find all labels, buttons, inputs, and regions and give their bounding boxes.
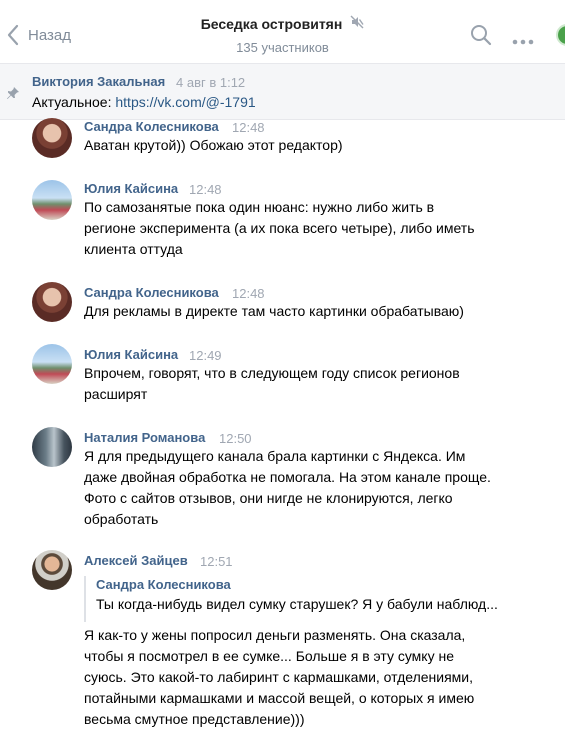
message-time: 12:49 xyxy=(189,348,222,363)
back-label: Назад xyxy=(28,26,71,44)
message-author[interactable]: Сандра Колесникова xyxy=(84,119,219,134)
message-text: Аватан крутой)) Обожаю этот редактор) xyxy=(84,135,524,156)
chat-title-row: Беседка островитян xyxy=(201,15,365,32)
pinned-author[interactable]: Виктория Закальная xyxy=(32,74,165,89)
members-count: 135 участников xyxy=(236,39,329,55)
message-line: Аватан крутой)) Обожаю этот редактор) xyxy=(84,137,343,153)
message-time: 12:50 xyxy=(219,431,252,446)
message-time: 12:48 xyxy=(232,286,265,301)
avatar[interactable] xyxy=(32,282,72,322)
message-line: Впрочем, говорят, что в следующем году с… xyxy=(84,365,460,381)
message-time: 12:51 xyxy=(200,554,233,569)
message-line: весьма смутное представление))) xyxy=(84,711,305,727)
message-line: даже двойная обработка не помогала. На э… xyxy=(84,469,491,485)
avatar[interactable] xyxy=(32,427,72,467)
chat-title: Беседка островитян xyxy=(200,15,343,32)
pinned-message[interactable]: Виктория Закальная 4 авг в 1:12 Актуальн… xyxy=(0,64,565,120)
message-line: регионе эксперимента (а их пока всего че… xyxy=(84,220,475,236)
message-author[interactable]: Наталия Романова xyxy=(84,430,205,445)
chat-avatar[interactable] xyxy=(556,24,565,46)
forwarded-quote[interactable]: Сандра Колесникова Ты когда-нибудь видел… xyxy=(84,576,524,622)
pinned-link[interactable]: https://vk.com/@-1791 xyxy=(115,94,255,110)
avatar[interactable] xyxy=(32,344,72,384)
avatar[interactable] xyxy=(32,550,72,590)
message: Наталия Романова 12:50 Я для предыдущего… xyxy=(0,427,565,537)
message-line: суюсь. Это какой-то лабиринт с кармашкам… xyxy=(84,669,474,685)
pinned-text: Актуальное: https://vk.com/@-1791 xyxy=(32,94,256,110)
message-line: Я как-то у жены попросил деньги разменят… xyxy=(84,627,466,643)
back-button[interactable]: Назад xyxy=(6,22,71,48)
message-line: клиента оттуда xyxy=(84,241,183,257)
message-line: Фото с сайтов отзывов, они нигде не клон… xyxy=(84,490,453,506)
message-text: По самозанятые пока один нюанс: нужно ли… xyxy=(84,197,544,260)
avatar[interactable] xyxy=(32,118,72,158)
message: Юлия Кайсина 12:49 Впрочем, говорят, что… xyxy=(0,344,565,414)
message-text: Я для предыдущего канала брала картинки … xyxy=(84,446,544,530)
message-author[interactable]: Алексей Зайцев xyxy=(84,553,188,568)
quote-author[interactable]: Сандра Колесникова xyxy=(96,576,524,594)
chat-header: Назад Беседка островитян 135 участников xyxy=(0,0,565,64)
search-icon[interactable] xyxy=(470,24,492,51)
message-time: 12:48 xyxy=(189,182,222,197)
message-time: 12:48 xyxy=(232,120,265,135)
pinned-prefix: Актуальное: xyxy=(32,94,116,110)
pinned-time: 4 авг в 1:12 xyxy=(176,75,246,90)
message-line: расширят xyxy=(84,386,148,402)
avatar[interactable] xyxy=(32,180,72,220)
message-text: Для рекламы в директе там часто картинки… xyxy=(84,301,524,322)
chevron-left-icon xyxy=(7,24,19,46)
message-line: Для рекламы в директе там часто картинки… xyxy=(84,303,464,319)
chat-page: Назад Беседка островитян 135 участников xyxy=(0,0,565,735)
message-line: чтобы я посмотрел в ее сумке... Больше я… xyxy=(84,648,454,664)
message-line: Я для предыдущего канала брала картинки … xyxy=(84,448,466,464)
message: Сандра Колесникова 12:48 Аватан крутой))… xyxy=(0,116,565,166)
mute-icon xyxy=(350,15,364,32)
message-author[interactable]: Юлия Кайсина xyxy=(84,181,178,196)
pin-icon xyxy=(6,86,20,105)
message: Сандра Колесникова 12:48 Для рекламы в д… xyxy=(0,282,565,332)
message-line: обработать xyxy=(84,511,159,527)
chat-title-block[interactable]: Беседка островитян 135 участников xyxy=(160,15,405,55)
message: Юлия Кайсина 12:48 По самозанятые пока о… xyxy=(0,178,565,268)
message-text: Впрочем, говорят, что в следующем году с… xyxy=(84,363,524,405)
quote-text: Ты когда-нибудь видел сумку старушек? Я … xyxy=(96,596,498,612)
message-author[interactable]: Сандра Колесникова xyxy=(84,285,219,300)
message-line: По самозанятые пока один нюанс: нужно ли… xyxy=(84,199,435,215)
message: Алексей Зайцев 12:51 Сандра Колесникова … xyxy=(0,550,565,735)
message-author[interactable]: Юлия Кайсина xyxy=(84,347,178,362)
message-text: Я как-то у жены попросил деньги разменят… xyxy=(84,625,524,730)
message-line: потайными кармашками и массой вещей, о к… xyxy=(84,690,475,706)
more-icon[interactable] xyxy=(512,32,534,50)
